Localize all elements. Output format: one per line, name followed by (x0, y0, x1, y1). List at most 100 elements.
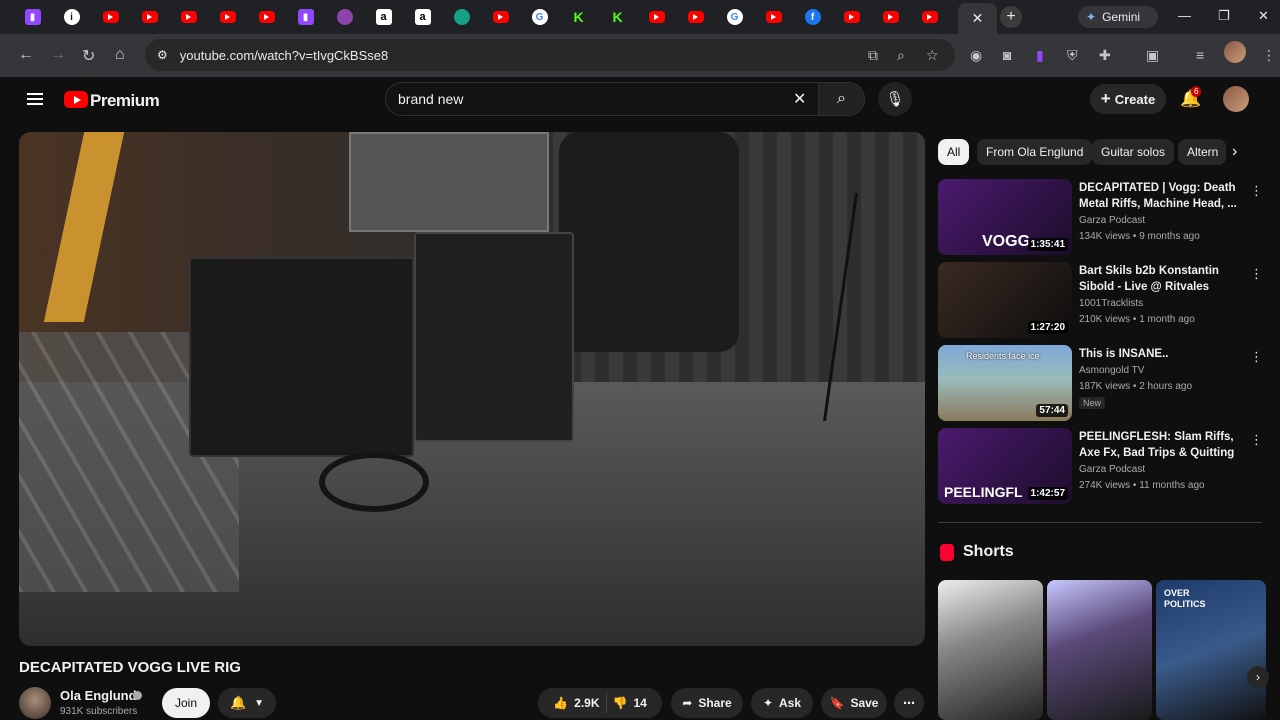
video-thumbnail[interactable]: VOGG 1:35:41 (938, 179, 1072, 255)
video-thumbnail[interactable]: PEELINGFL 1:42:57 (938, 428, 1072, 504)
site-info-icon[interactable]: ⚙ (157, 48, 168, 62)
save-button[interactable]: 🔖 Save (821, 688, 887, 718)
extension-glasses-icon[interactable]: ◉ (970, 47, 982, 64)
chip-from-channel[interactable]: From Ola Englund (977, 139, 1093, 165)
tab-amazon-2[interactable]: a (403, 4, 442, 30)
video-player[interactable] (19, 132, 925, 646)
minimize-button[interactable]: — (1178, 8, 1191, 23)
home-button[interactable]: ⌂ (115, 46, 125, 64)
tab-google-1[interactable]: G (520, 4, 559, 30)
thumbnail-text: PEELINGFL (944, 484, 1023, 500)
menu-hamburger-icon[interactable] (27, 93, 43, 105)
extension-twitch-icon[interactable]: ▮ (1036, 47, 1044, 64)
bookmark-star-icon[interactable]: ☆ (926, 47, 939, 64)
tab-facebook[interactable]: f (793, 4, 832, 30)
recommendation-channel: Garza Podcast (1079, 464, 1146, 475)
tab-site-2[interactable] (325, 4, 364, 30)
tab-kick-1[interactable]: K (559, 4, 598, 30)
create-button[interactable]: + Create (1090, 84, 1166, 114)
sidepanel-search-icon[interactable]: ▣ (1146, 47, 1159, 64)
recommendation-item[interactable]: VOGG 1:35:41 DECAPITATED | Vogg: Death M… (938, 179, 1268, 257)
reload-button[interactable]: ↻ (82, 46, 95, 66)
tab-youtube-1[interactable] (91, 4, 130, 30)
short-item[interactable] (938, 580, 1043, 720)
like-button[interactable]: 👍 2.9K (553, 696, 599, 710)
install-app-icon[interactable]: ⧉ (868, 47, 878, 64)
media-queue-icon[interactable]: ≡ (1196, 47, 1204, 63)
profile-avatar[interactable] (1224, 41, 1246, 63)
thumbnail-text: Residents face ice (966, 351, 1040, 361)
share-button[interactable]: ➦ Share (671, 688, 743, 718)
account-avatar[interactable] (1223, 86, 1249, 112)
tab-youtube-12[interactable] (910, 4, 949, 30)
video-frame-amp-cabinet (189, 257, 414, 457)
channel-name[interactable]: Ola Englund (60, 688, 137, 703)
chip-alternative[interactable]: Altern (1178, 139, 1226, 165)
active-tab-close-button[interactable]: ✕ (958, 3, 997, 34)
tab-youtube-9[interactable] (754, 4, 793, 30)
back-button[interactable]: ← (18, 46, 34, 64)
video-thumbnail[interactable]: Residents face ice 57:44 (938, 345, 1072, 421)
tab-youtube-7[interactable] (637, 4, 676, 30)
tab-youtube-4[interactable] (208, 4, 247, 30)
tab-site[interactable]: i (52, 4, 91, 30)
omnibox[interactable]: ⚙ youtube.com/watch?v=tIvgCkBSse8 (145, 39, 955, 71)
more-vertical-icon[interactable]: ⋮ (1250, 183, 1263, 199)
short-item[interactable]: OVER POLITICS (1156, 580, 1266, 720)
search-button[interactable]: ⌕ (818, 82, 865, 116)
video-frame-road-case (349, 132, 549, 232)
join-button[interactable]: Join (162, 688, 210, 718)
tab-youtube-6[interactable] (481, 4, 520, 30)
more-vertical-icon[interactable]: ⋮ (1250, 349, 1263, 365)
recommendation-item[interactable]: Residents face ice 57:44 This is INSANE.… (938, 345, 1268, 423)
circle-logo-icon (336, 9, 353, 25)
tab-youtube-10[interactable] (832, 4, 871, 30)
tab-google-2[interactable]: G (715, 4, 754, 30)
chevron-right-icon[interactable]: › (1247, 666, 1269, 688)
tab-youtube-5[interactable] (247, 4, 286, 30)
channel-avatar[interactable] (19, 687, 51, 719)
recommendation-channel: Asmongold TV (1079, 365, 1145, 376)
ask-button[interactable]: ✦ Ask (751, 688, 813, 718)
more-actions-button[interactable]: ⋯ (894, 688, 924, 718)
browser-menu-icon[interactable]: ⋮ (1262, 47, 1276, 64)
mic-icon: 🎙 (885, 91, 905, 108)
youtube-icon (648, 11, 665, 23)
new-tab-button[interactable]: + (1000, 6, 1022, 28)
maximize-button[interactable]: ❐ (1218, 8, 1230, 24)
voice-search-button[interactable]: 🎙 (878, 82, 912, 116)
dislike-button[interactable]: 👎 14 (613, 696, 647, 710)
gemini-button[interactable]: ✦ Gemini (1078, 6, 1158, 28)
chip-guitar-solos[interactable]: Guitar solos (1092, 139, 1175, 165)
extension-mask-icon[interactable]: ◙ (1003, 47, 1011, 63)
search-input[interactable]: brand new (385, 82, 820, 116)
forward-button[interactable]: → (50, 46, 66, 64)
facebook-icon: f (804, 9, 821, 25)
youtube-brand[interactable]: Premium (90, 91, 160, 111)
tab-youtube-8[interactable] (676, 4, 715, 30)
video-thumbnail[interactable]: 1:27:20 (938, 262, 1072, 338)
extension-shield-icon[interactable]: ⛨ (1067, 47, 1078, 64)
recommendation-item[interactable]: PEELINGFL 1:42:57 PEELINGFLESH: Slam Rif… (938, 428, 1268, 506)
clear-search-icon[interactable]: ✕ (793, 89, 806, 109)
tab-youtube-11[interactable] (871, 4, 910, 30)
youtube-logo-icon[interactable] (64, 91, 88, 108)
more-vertical-icon[interactable]: ⋮ (1250, 266, 1263, 282)
tab-site-3[interactable] (442, 4, 481, 30)
short-item[interactable] (1047, 580, 1152, 720)
tab-amazon-1[interactable]: a (364, 4, 403, 30)
tab-twitch-2[interactable]: ▮ (286, 4, 325, 30)
chip-all[interactable]: All (938, 139, 970, 165)
chevron-right-icon[interactable]: › (1232, 143, 1237, 161)
tab-youtube-3[interactable] (169, 4, 208, 30)
tab-kick-2[interactable]: K (598, 4, 637, 30)
tab-youtube-2[interactable] (130, 4, 169, 30)
extensions-puzzle-icon[interactable]: ✚ (1099, 47, 1111, 64)
more-vertical-icon[interactable]: ⋮ (1250, 432, 1263, 448)
recommendation-item[interactable]: 1:27:20 Bart Skils b2b Konstantin Sibold… (938, 262, 1268, 340)
window-close-button[interactable]: ✕ (1258, 8, 1269, 24)
tab-twitch[interactable]: ▮ (13, 4, 52, 30)
subscription-bell-button[interactable]: 🔔 ▼ (218, 688, 276, 718)
recommendation-title: Bart Skils b2b Konstantin Sibold - Live … (1079, 265, 1219, 293)
zoom-icon[interactable]: ⌕ (897, 47, 905, 64)
